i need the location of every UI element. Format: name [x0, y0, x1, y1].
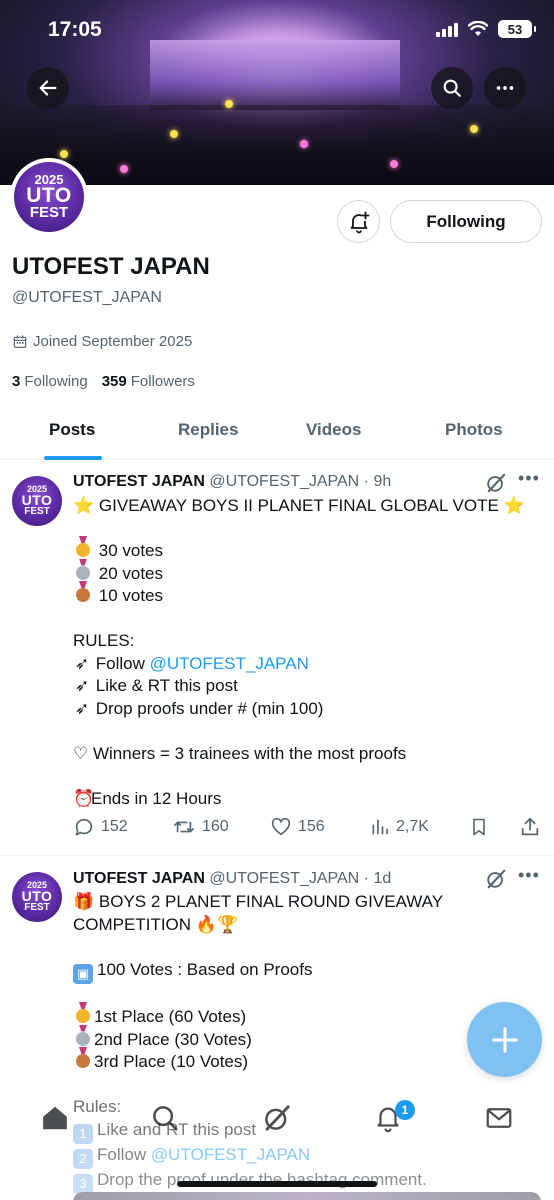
repost-button[interactable]: 160	[172, 816, 229, 838]
post-title: GIVEAWAY BOYS II PLANET FINAL GLOBAL VOT…	[98, 496, 499, 515]
post-avatar[interactable]: 2025 UTO FEST	[12, 872, 62, 922]
more-options-button[interactable]	[484, 67, 526, 109]
bookmark-icon	[473, 818, 485, 836]
post-text: ⭐ GIVEAWAY BOYS II PLANET FINAL GLOBAL V…	[73, 495, 533, 810]
bottom-nav	[0, 1095, 554, 1155]
tab-posts[interactable]: Posts	[49, 420, 95, 440]
tab-videos[interactable]: Videos	[306, 420, 361, 440]
share-button[interactable]	[519, 816, 541, 838]
repost-icon	[174, 821, 194, 833]
gold-medal-icon	[76, 543, 90, 557]
post-actions: 152 160 156 2,7K	[73, 816, 543, 840]
view-count: 2,7K	[396, 818, 429, 835]
post-more-icon[interactable]: •••	[518, 865, 540, 886]
silver-medal-icon	[76, 1031, 90, 1046]
follow-counts: 3 Following 359 Followers	[12, 373, 195, 390]
gift-emoji: 🎁	[73, 892, 95, 911]
display-name: UTOFEST JAPAN	[12, 253, 210, 280]
alarm-clock-emoji: ⏰	[73, 788, 95, 808]
post-handle-time: @UTOFEST_JAPAN · 1d	[209, 870, 392, 887]
compose-button[interactable]	[467, 1002, 542, 1077]
profile-tabs: Posts Replies Videos Photos	[0, 406, 554, 460]
reply-count: 152	[101, 818, 128, 835]
trophy-emoji: 🏆	[216, 914, 239, 934]
search-icon[interactable]	[150, 1103, 180, 1133]
silver-medal-icon	[76, 565, 90, 580]
keycap-3-emoji: 3	[73, 1173, 93, 1194]
battery-indicator: 53	[498, 20, 536, 38]
bell-plus-icon	[350, 211, 369, 233]
grok-icon[interactable]	[485, 472, 507, 494]
views-button[interactable]: 2,7K	[370, 816, 429, 838]
star-emoji: ⭐	[73, 496, 95, 515]
post-header: UTOFEST JAPAN @UTOFEST_JAPAN · 1d	[73, 870, 391, 888]
heart-icon	[271, 817, 291, 836]
profile-avatar[interactable]: 2025 UTO FEST	[10, 158, 88, 236]
post-author-name[interactable]: UTOFEST JAPAN	[73, 870, 205, 887]
joined-text: Joined September 2025	[33, 333, 193, 350]
views-icon	[372, 819, 388, 835]
search-button[interactable]	[431, 67, 473, 109]
followers-count-link[interactable]: 359 Followers	[102, 373, 195, 390]
avatar-text-uto: UTO	[26, 184, 72, 208]
cellular-signal-icon	[436, 21, 458, 37]
post-handle-time: @UTOFEST_JAPAN · 9h	[209, 473, 392, 490]
more-icon	[496, 86, 514, 90]
following-count-link[interactable]: 3 Following	[12, 373, 88, 390]
wifi-icon	[468, 21, 488, 36]
like-button[interactable]: 156	[270, 816, 325, 838]
tab-replies[interactable]: Replies	[178, 420, 238, 440]
avatar-text-fest: FEST	[29, 204, 69, 222]
home-indicator	[177, 1181, 377, 1187]
active-tab-indicator	[44, 456, 102, 460]
grok-icon[interactable]	[485, 868, 507, 890]
ballot-box-emoji: ▣	[73, 963, 93, 984]
reply-button[interactable]: 152	[73, 816, 128, 838]
repost-count: 160	[202, 818, 229, 835]
tab-photos[interactable]: Photos	[445, 420, 503, 440]
back-arrow-icon	[39, 80, 57, 96]
status-time: 17:05	[48, 18, 102, 41]
plus-icon	[491, 1026, 518, 1053]
post-avatar[interactable]: 2025 UTO FEST	[12, 476, 62, 526]
profile-handle: @UTOFEST_JAPAN	[12, 289, 162, 306]
mail-icon[interactable]	[484, 1103, 514, 1133]
gold-medal-icon	[76, 1009, 90, 1023]
joined-date: Joined September 2025	[12, 333, 192, 350]
notifications-badge: 1	[395, 1100, 415, 1120]
share-icon	[521, 817, 539, 836]
search-icon	[443, 79, 461, 97]
fire-emoji: 🔥	[195, 914, 217, 934]
post-more-icon[interactable]: •••	[518, 468, 540, 489]
status-icons: 53	[436, 20, 536, 38]
post-author-name[interactable]: UTOFEST JAPAN	[73, 473, 205, 490]
grok-icon[interactable]	[262, 1103, 292, 1133]
bookmark-button[interactable]	[469, 816, 489, 838]
notify-button[interactable]	[337, 200, 380, 243]
back-button[interactable]	[27, 67, 69, 109]
following-button[interactable]: Following	[390, 200, 542, 243]
mention-link[interactable]: @UTOFEST_JAPAN	[150, 654, 309, 673]
post-divider	[0, 855, 554, 856]
like-count: 156	[298, 818, 325, 835]
home-icon[interactable]	[40, 1103, 70, 1133]
bronze-medal-icon	[76, 588, 90, 602]
reply-icon	[75, 818, 93, 836]
bronze-medal-icon	[76, 1054, 90, 1068]
rocket-emoji: ➶	[74, 653, 90, 673]
post-header: UTOFEST JAPAN @UTOFEST_JAPAN · 9h	[73, 473, 391, 491]
post-media[interactable]	[73, 1192, 541, 1200]
calendar-icon	[13, 334, 27, 348]
